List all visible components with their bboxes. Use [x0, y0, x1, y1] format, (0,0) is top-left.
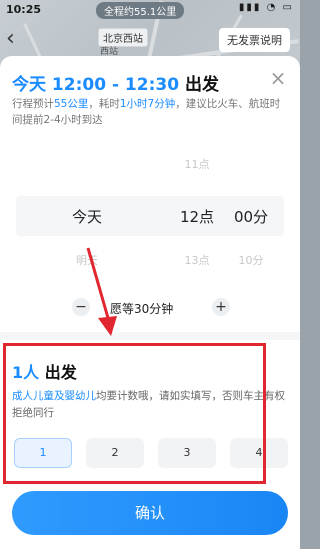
confirm-button[interactable]: 确认: [12, 491, 288, 535]
wait-plus-button[interactable]: +: [212, 298, 230, 316]
status-bar: 10:25 全程约55.1公里 ▮▮▮ ◔ ▭: [0, 0, 300, 20]
trip-info-text: ，耗时: [88, 98, 120, 110]
status-icons: ▮▮▮ ◔ ▭: [239, 2, 294, 13]
passenger-title: 1人 出发: [12, 359, 77, 383]
close-icon: ×: [269, 66, 287, 90]
chevron-left-icon: ‹: [6, 26, 15, 51]
sheet-title-time: 今天 12:00 - 12:30: [12, 75, 180, 95]
trip-info-text: 行程预计: [12, 98, 54, 110]
wait-duration-row: − 愿等30分钟 +: [0, 294, 300, 324]
close-button[interactable]: ×: [268, 68, 288, 88]
departure-time-sheet: 今天 12:00 - 12:30 出发 × 行程预计55公里，耗时1小时7分钟，…: [0, 56, 300, 549]
signal-icon: ▮▮▮: [238, 2, 262, 13]
trip-distance: 55公里: [54, 98, 89, 110]
seat-option-1[interactable]: 1: [14, 438, 72, 468]
sheet-title: 今天 12:00 - 12:30 出发: [12, 70, 219, 95]
picker-minute-below[interactable]: 10分: [216, 252, 286, 268]
trip-duration: 1小时7分钟: [119, 98, 176, 110]
no-invoice-button[interactable]: 无发票说明: [219, 28, 290, 52]
trip-summary-pill: 全程约55.1公里: [96, 2, 185, 19]
passenger-note-highlight: 成人儿童及婴幼儿: [12, 390, 96, 402]
seat-option-4[interactable]: 4: [230, 438, 288, 468]
picker-day-below[interactable]: 明天: [52, 252, 122, 268]
seat-selector: 1 2 3 4: [14, 438, 300, 470]
picker-row-below[interactable]: 明天 13点 10分: [0, 252, 300, 276]
wifi-icon: ◔: [266, 2, 278, 13]
wait-duration-text: 愿等30分钟: [110, 302, 174, 316]
time-picker[interactable]: 11点 今天 12点 00分 明天 13点 10分: [0, 148, 300, 268]
wait-minus-button[interactable]: −: [72, 298, 90, 316]
seat-option-2[interactable]: 2: [86, 438, 144, 468]
section-divider: [0, 332, 300, 340]
trip-info: 行程预计55公里，耗时1小时7分钟，建议比火车、航班时间提前2-4小时到达: [12, 96, 282, 128]
picker-day-selected[interactable]: 今天: [52, 206, 122, 227]
passenger-count: 1人: [12, 363, 40, 382]
picker-minute-selected[interactable]: 00分: [216, 206, 286, 227]
passenger-title-suffix: 出发: [39, 363, 77, 382]
passenger-note: 成人儿童及婴幼儿均要计数哦，请如实填写，否则车主有权拒绝同行: [12, 388, 292, 422]
battery-icon: ▭: [282, 2, 294, 13]
picker-hour-above[interactable]: 11点: [162, 156, 232, 172]
picker-row-above[interactable]: 11点: [0, 156, 300, 180]
seat-option-3[interactable]: 3: [158, 438, 216, 468]
back-button[interactable]: ‹: [6, 28, 32, 52]
sheet-title-suffix: 出发: [179, 75, 219, 95]
picker-row-selected[interactable]: 今天 12点 00分: [16, 196, 284, 236]
status-time: 10:25: [6, 3, 42, 16]
